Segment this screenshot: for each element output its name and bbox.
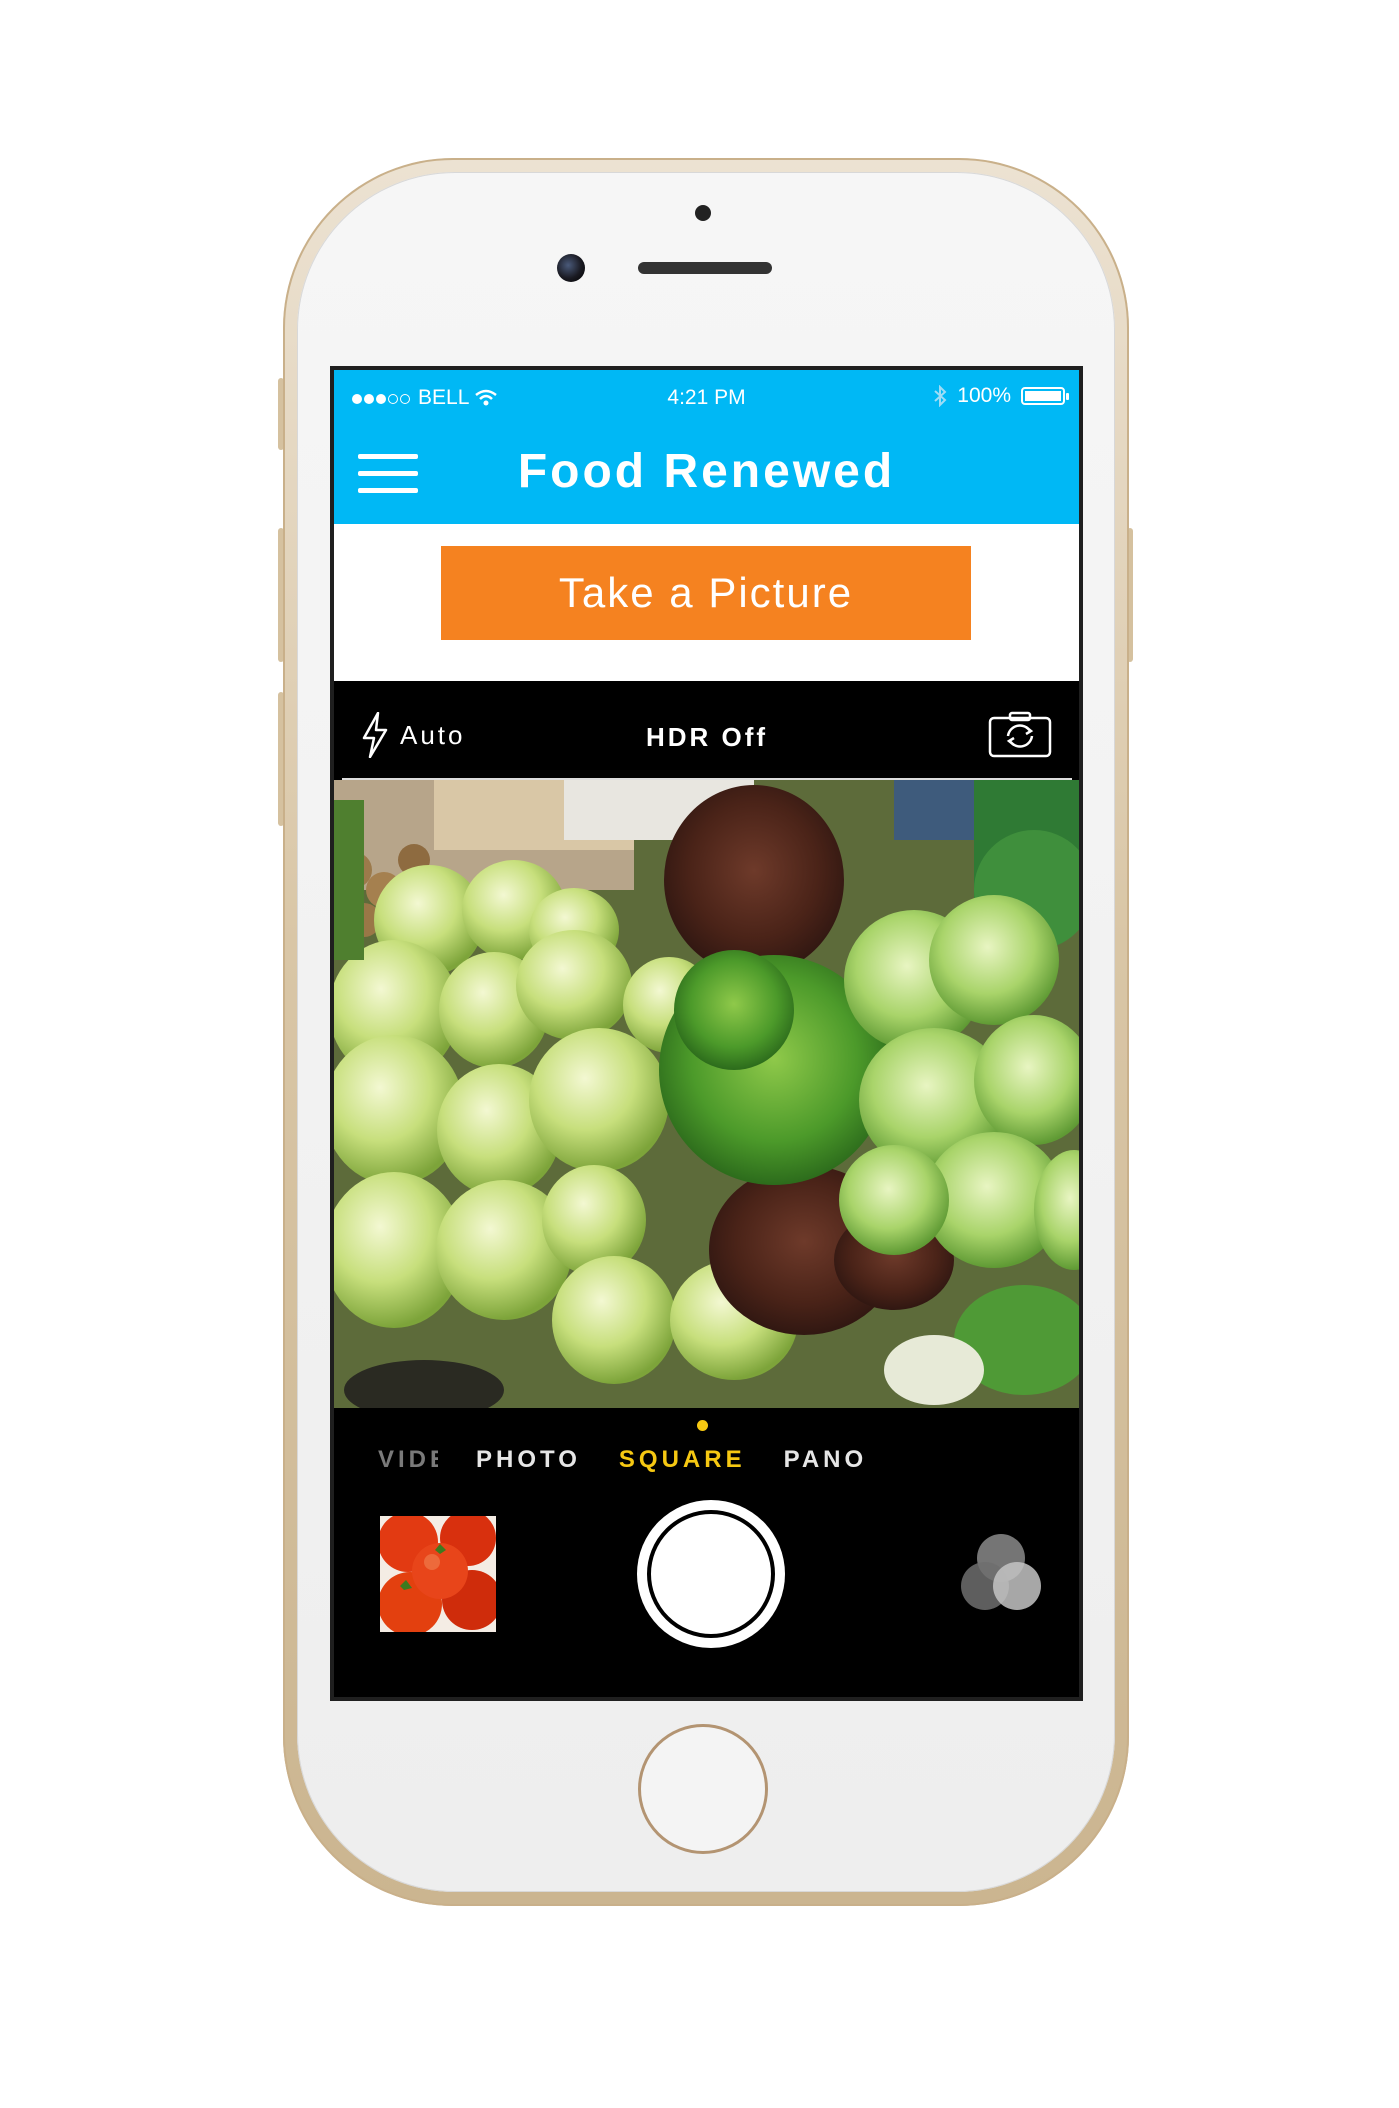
earpiece-speaker <box>638 262 772 274</box>
mode-photo[interactable]: PHOTO <box>476 1446 581 1474</box>
app-header: Food Renewed <box>334 424 1079 524</box>
app-title: Food Renewed <box>517 445 896 498</box>
status-right: 100% <box>933 384 1069 408</box>
flip-camera-icon[interactable] <box>988 710 1052 758</box>
battery-percent: 100% <box>957 384 1011 407</box>
tomatoes-image <box>380 1516 496 1632</box>
action-area: Take a Picture <box>334 524 1079 681</box>
bluetooth-icon <box>934 385 947 407</box>
front-camera-lens <box>557 254 585 282</box>
last-photo-thumbnail[interactable] <box>380 1516 496 1632</box>
shutter-inner-ring <box>647 1510 775 1638</box>
filters-icon[interactable] <box>957 1530 1045 1616</box>
shutter-button[interactable] <box>637 1500 785 1648</box>
phone-screen: BELL 4:21 PM 100% Food Renewed Take a Pi… <box>330 366 1083 1701</box>
take-picture-button[interactable]: Take a Picture <box>441 546 971 640</box>
status-bar: BELL 4:21 PM 100% <box>334 370 1079 424</box>
mode-pano[interactable]: PANO <box>784 1446 868 1474</box>
selected-mode-indicator <box>697 1420 708 1431</box>
battery-icon <box>1021 387 1069 405</box>
battery-level-fill <box>1025 391 1061 401</box>
hdr-toggle[interactable]: HDR Off <box>342 722 1072 753</box>
mode-video[interactable]: VIDEO <box>378 1446 438 1474</box>
home-button[interactable] <box>638 1724 768 1854</box>
camera-mode-selector: VIDEO PHOTO SQUARE PANO <box>378 1446 867 1474</box>
camera-top-bar: Auto HDR Off <box>342 688 1072 780</box>
camera-bottom-bar: VIDEO PHOTO SQUARE PANO <box>334 1408 1079 1697</box>
mode-square[interactable]: SQUARE <box>619 1446 746 1474</box>
camera-viewfinder[interactable] <box>334 780 1079 1408</box>
proximity-sensor <box>695 205 711 221</box>
lettuce-vegetables-image <box>334 780 1079 1408</box>
